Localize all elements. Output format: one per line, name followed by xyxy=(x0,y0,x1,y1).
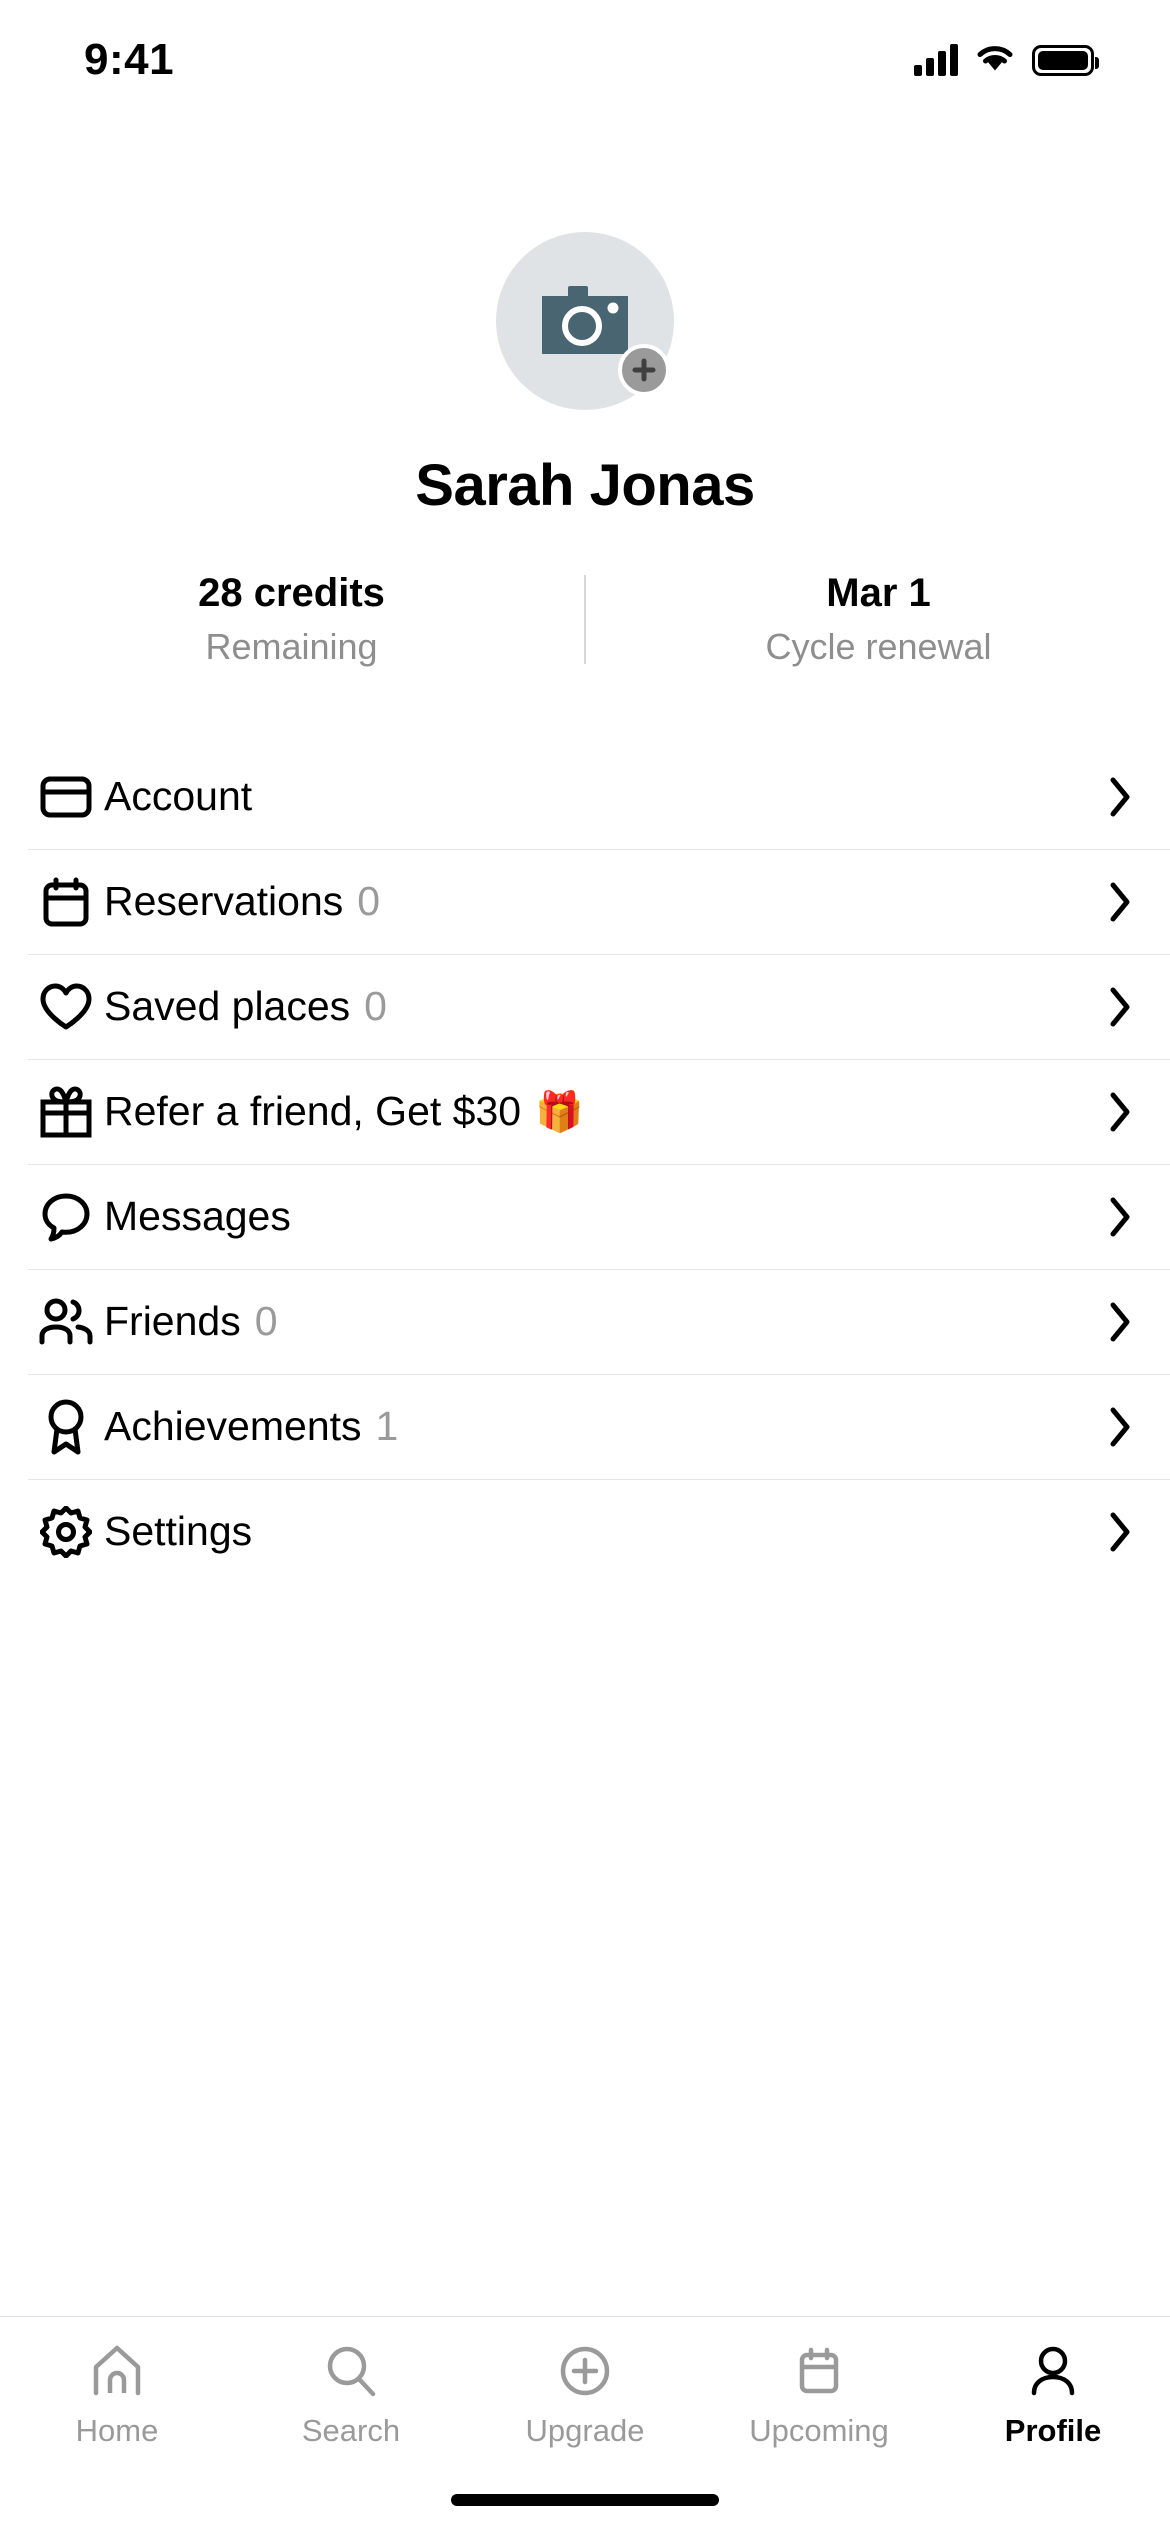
chevron-right-icon xyxy=(1108,1406,1132,1448)
cellular-signal-icon xyxy=(914,44,958,76)
chevron-right-icon xyxy=(1108,1196,1132,1238)
users-icon xyxy=(28,1298,104,1346)
menu-list: Account Reservations 0 Saved places 0 Re… xyxy=(0,744,1170,2316)
home-indicator-area xyxy=(0,2468,1170,2532)
heart-icon xyxy=(28,983,104,1031)
tab-label: Upcoming xyxy=(749,2413,889,2448)
tab-label: Search xyxy=(301,2413,401,2448)
calendar-icon xyxy=(28,877,104,927)
page-title: Sarah Jonas xyxy=(415,453,755,518)
menu-item-reservations[interactable]: Reservations 0 xyxy=(0,849,1170,954)
bottom-tab-bar: Home Search Upgrade Upcoming Profile xyxy=(0,2316,1170,2468)
stat-label: Remaining xyxy=(205,626,378,667)
tab-home[interactable]: Home xyxy=(0,2343,234,2449)
battery-icon xyxy=(1032,44,1099,76)
tab-upcoming[interactable]: Upcoming xyxy=(702,2343,936,2449)
chevron-right-icon xyxy=(1108,776,1132,818)
menu-item-label: Achievements xyxy=(104,1403,362,1449)
menu-item-count: 1 xyxy=(375,1403,399,1449)
menu-item-label: Account xyxy=(104,773,253,819)
menu-item-refer-a-friend[interactable]: Refer a friend, Get $30 🎁 xyxy=(0,1059,1170,1164)
plus-circle-icon xyxy=(557,2343,613,2399)
tab-profile[interactable]: Profile xyxy=(936,2343,1170,2449)
menu-item-count: 0 xyxy=(364,983,387,1029)
status-bar: 9:41 xyxy=(0,0,1170,120)
menu-item-label: Saved places xyxy=(104,983,351,1029)
menu-item-messages[interactable]: Messages xyxy=(0,1164,1170,1269)
chevron-right-icon xyxy=(1108,986,1132,1028)
profile-stats: 28 credits Remaining Mar 1 Cycle renewal xyxy=(0,571,1170,668)
stat-value: Mar 1 xyxy=(826,571,931,615)
menu-item-count: 0 xyxy=(254,1298,278,1344)
chevron-right-icon xyxy=(1108,1301,1132,1343)
stat-cycle-renewal: Mar 1 Cycle renewal xyxy=(586,571,1170,668)
gift-icon xyxy=(28,1085,104,1138)
chevron-right-icon xyxy=(1108,1511,1132,1553)
tab-upgrade[interactable]: Upgrade xyxy=(468,2343,702,2449)
tab-label: Home xyxy=(75,2413,159,2448)
menu-item-account[interactable]: Account xyxy=(0,744,1170,849)
menu-item-label: Friends xyxy=(104,1298,241,1344)
chevron-right-icon xyxy=(1108,1091,1132,1133)
award-icon xyxy=(28,1399,104,1455)
credit-card-icon xyxy=(28,776,104,818)
home-icon xyxy=(89,2343,145,2399)
chevron-right-icon xyxy=(1108,881,1132,923)
menu-item-label: Messages xyxy=(104,1193,291,1239)
gear-icon xyxy=(28,1505,104,1558)
status-bar-time: 9:41 xyxy=(84,35,175,84)
menu-item-label: Settings xyxy=(104,1508,253,1554)
stat-label: Cycle renewal xyxy=(765,626,992,667)
calendar-icon xyxy=(791,2343,847,2399)
wifi-icon xyxy=(974,42,1016,79)
menu-item-count: 0 xyxy=(357,878,381,924)
profile-header: Sarah Jonas 28 credits Remaining Mar 1 C… xyxy=(0,120,1170,668)
home-indicator[interactable] xyxy=(451,2494,719,2506)
person-icon xyxy=(1025,2343,1081,2399)
search-icon xyxy=(323,2343,379,2399)
gift-emoji: 🎁 xyxy=(535,1090,584,1134)
tab-search[interactable]: Search xyxy=(234,2343,468,2449)
stat-credits: 28 credits Remaining xyxy=(0,571,584,668)
menu-item-friends[interactable]: Friends 0 xyxy=(0,1269,1170,1374)
menu-item-settings[interactable]: Settings xyxy=(0,1479,1170,1584)
menu-item-saved-places[interactable]: Saved places 0 xyxy=(0,954,1170,1059)
tab-label: Profile xyxy=(1004,2413,1102,2448)
message-icon xyxy=(28,1192,104,1242)
tab-label: Upgrade xyxy=(525,2413,645,2448)
stat-value: 28 credits xyxy=(198,571,385,615)
avatar[interactable] xyxy=(496,232,674,410)
menu-item-label: Reservations xyxy=(104,878,344,924)
status-bar-indicators xyxy=(914,42,1099,79)
menu-item-label: Refer a friend, Get $30 xyxy=(104,1088,522,1134)
camera-icon xyxy=(542,284,628,359)
menu-item-achievements[interactable]: Achievements 1 xyxy=(0,1374,1170,1479)
profile-screen: 9:41 Sarah Jonas 28 credits Remaining Ma… xyxy=(0,0,1170,2532)
plus-icon[interactable] xyxy=(618,344,670,396)
